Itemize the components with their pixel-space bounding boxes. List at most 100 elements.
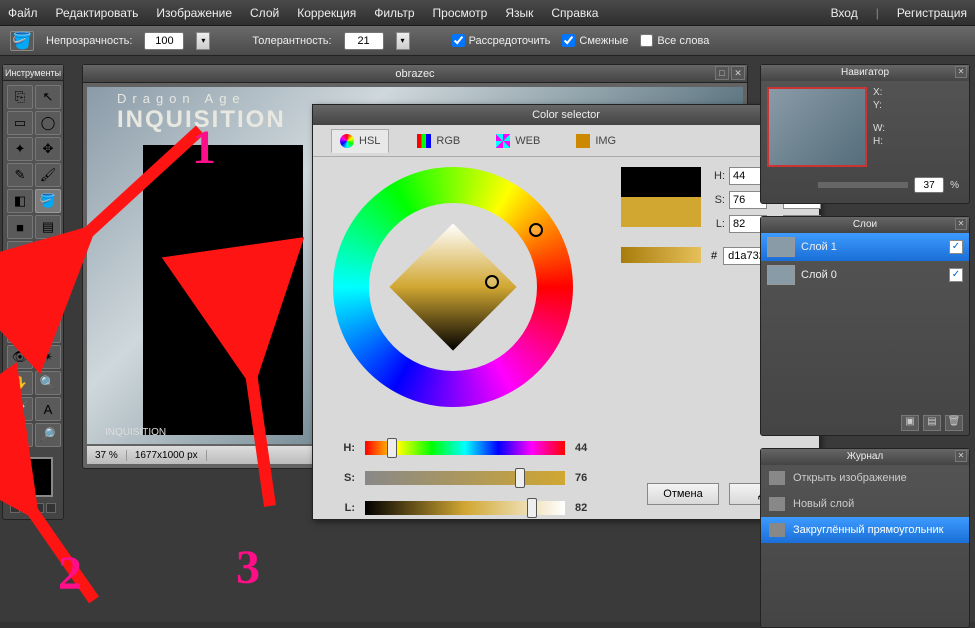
menu-adjust[interactable]: Коррекция <box>297 6 356 20</box>
zoom-icon[interactable]: 🔍 <box>35 371 61 395</box>
menu-language[interactable]: Язык <box>505 6 533 20</box>
sponge-icon[interactable]: ● <box>35 293 61 317</box>
zoom-percent-input[interactable] <box>914 177 944 193</box>
replace-icon[interactable]: ⎌ <box>35 241 61 265</box>
clone-icon[interactable]: ✂ <box>7 241 33 265</box>
layer-name: Слой 0 <box>801 269 837 281</box>
slider-thumb-icon[interactable] <box>387 438 397 458</box>
current-tool-icon[interactable]: 🪣 <box>10 31 34 51</box>
swatch-small[interactable] <box>10 503 20 513</box>
shape-icon[interactable]: ■ <box>7 215 33 239</box>
layer-row[interactable]: Слой 0 ✓ <box>761 261 969 289</box>
layer-tool-icon[interactable]: ▣ <box>901 415 919 431</box>
foreground-color-swatch[interactable] <box>13 457 53 497</box>
menu-edit[interactable]: Редактировать <box>56 6 139 20</box>
drawing-icon[interactable]: ✏ <box>7 423 33 447</box>
slider-thumb-icon[interactable] <box>515 468 525 488</box>
zoom-slider[interactable] <box>818 182 908 188</box>
layers-panel: Слои ✕ Слой 1 ✓ Слой 0 ✓ ▣ ▤ 🗑 <box>760 216 970 436</box>
layer-row[interactable]: Слой 1 ✓ <box>761 233 969 261</box>
burn-icon[interactable]: 🌙 <box>35 319 61 343</box>
sharpen-icon[interactable]: △ <box>35 267 61 291</box>
layer-visible-checkbox[interactable]: ✓ <box>949 240 963 254</box>
gradient-strip[interactable] <box>621 247 701 263</box>
loupe-icon[interactable]: 🔎 <box>35 423 61 447</box>
sat-slider[interactable] <box>365 471 565 485</box>
crop-icon[interactable]: ⎘ <box>7 85 33 109</box>
register-link[interactable]: Регистрация <box>897 6 967 20</box>
menu-file[interactable]: Файл <box>8 6 38 20</box>
web-icon <box>496 134 510 148</box>
bucket-icon[interactable]: 🪣 <box>35 189 61 213</box>
layer-name: Слой 1 <box>801 241 837 253</box>
panel-close-icon[interactable]: ✕ <box>955 218 967 230</box>
navigator-thumbnail[interactable] <box>767 87 867 167</box>
lig-slider[interactable] <box>365 501 565 515</box>
login-link[interactable]: Вход <box>831 6 858 20</box>
history-item[interactable]: Открыть изображение <box>761 465 969 491</box>
arrow-icon[interactable]: ↖ <box>35 85 61 109</box>
opacity-input[interactable] <box>144 32 184 50</box>
tab-rgb[interactable]: RGB <box>409 130 468 152</box>
move-icon[interactable]: ✥ <box>35 137 61 161</box>
document-title: obrazec □ ✕ <box>83 65 747 83</box>
eraser-icon[interactable]: ◧ <box>7 189 33 213</box>
wand-icon[interactable]: ✦ <box>7 137 33 161</box>
picker-icon[interactable]: 💉 <box>7 397 33 421</box>
preview-old <box>621 167 701 197</box>
history-item[interactable]: Новый слой <box>761 491 969 517</box>
slider-l-value: 82 <box>575 502 599 514</box>
menu-view[interactable]: Просмотр <box>433 6 488 20</box>
tab-web[interactable]: WEB <box>488 130 548 152</box>
slider-s-label: S: <box>341 472 355 484</box>
contiguous-checkbox[interactable]: Смежные <box>562 34 628 47</box>
lasso-icon[interactable]: ◯ <box>35 111 61 135</box>
opacity-dropdown[interactable]: ▾ <box>196 32 210 50</box>
slider-thumb-icon[interactable] <box>527 498 537 518</box>
tolerance-input[interactable] <box>344 32 384 50</box>
hand-icon[interactable]: ✋ <box>7 371 33 395</box>
panel-close-icon[interactable]: ✕ <box>955 66 967 78</box>
all-layers-checkbox[interactable]: Все слова <box>640 34 709 47</box>
layer-delete-icon[interactable]: 🗑 <box>945 415 963 431</box>
blur-icon[interactable]: 💧 <box>7 267 33 291</box>
zoom-unit: % <box>950 180 959 191</box>
menu-image[interactable]: Изображение <box>156 6 232 20</box>
gradient-icon[interactable]: ▤ <box>35 215 61 239</box>
menu-help[interactable]: Справка <box>551 6 598 20</box>
slider-h-label: H: <box>341 442 355 454</box>
redeye-icon[interactable]: 👁 <box>7 345 33 369</box>
history-item[interactable]: Закруглённый прямоугольник <box>761 517 969 543</box>
journal-title: Журнал <box>847 451 884 462</box>
menu-filter[interactable]: Фильтр <box>374 6 414 20</box>
pencil-icon[interactable]: ✎ <box>7 163 33 187</box>
layer-thumbnail-icon <box>767 265 795 285</box>
dodge-icon[interactable]: ☀ <box>7 319 33 343</box>
spot-icon[interactable]: ✴ <box>35 345 61 369</box>
type-icon[interactable]: A <box>35 397 61 421</box>
close-button[interactable]: ✕ <box>731 66 745 80</box>
color-wheel[interactable] <box>333 167 593 427</box>
maximize-button[interactable]: □ <box>715 66 729 80</box>
hue-slider[interactable] <box>365 441 565 455</box>
panel-close-icon[interactable]: ✕ <box>955 450 967 462</box>
swatch-small[interactable] <box>34 503 44 513</box>
swatch-small[interactable] <box>22 503 32 513</box>
tab-hsl[interactable]: HSL <box>331 129 389 153</box>
antialias-checkbox[interactable]: Рассредоточить <box>452 34 551 47</box>
brush-icon[interactable]: 🖌 <box>35 163 61 187</box>
cancel-button[interactable]: Отмена <box>647 483 719 505</box>
layer-visible-checkbox[interactable]: ✓ <box>949 268 963 282</box>
swatch-small[interactable] <box>46 503 56 513</box>
rect-icon <box>769 523 785 537</box>
tolerance-dropdown[interactable]: ▾ <box>396 32 410 50</box>
layer-tool-icon[interactable]: ▤ <box>923 415 941 431</box>
sv-indicator-icon[interactable] <box>485 275 499 289</box>
menu-layer[interactable]: Слой <box>250 6 279 20</box>
journal-panel: Журнал ✕ Открыть изображение Новый слой З… <box>760 448 970 628</box>
smudge-icon[interactable]: ☝ <box>7 293 33 317</box>
tab-img[interactable]: IMG <box>568 130 624 152</box>
marquee-icon[interactable]: ▭ <box>7 111 33 135</box>
hue-indicator-icon[interactable] <box>529 223 543 237</box>
layers-title: Слои <box>853 219 877 230</box>
